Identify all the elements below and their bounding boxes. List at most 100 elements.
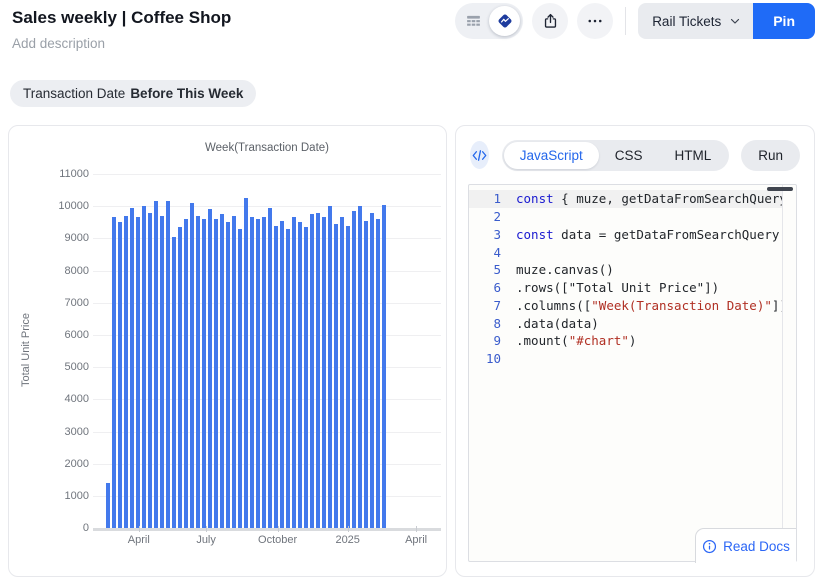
filter-chip-value: Before This Week: [130, 86, 243, 101]
x-tick-0: [139, 526, 140, 532]
code-text-1: const { muze, getDataFromSearchQuery: [516, 191, 783, 206]
tab-css[interactable]: CSS: [599, 142, 659, 169]
code-text-8: .data(data): [516, 316, 599, 331]
page-header: Sales weekly | Coffee Shop Add descripti…: [0, 0, 823, 70]
bar-week-1[interactable]: [106, 483, 110, 528]
view-toggle: [455, 3, 523, 39]
bar-week-44[interactable]: [364, 221, 368, 528]
x-tick-4: [416, 526, 417, 532]
code-editor[interactable]: 1const { muze, getDataFromSearchQuery23c…: [468, 184, 797, 562]
bar-week-10[interactable]: [160, 216, 164, 528]
bar-week-2[interactable]: [112, 217, 116, 528]
code-mode-button[interactable]: [470, 141, 489, 169]
bar-week-7[interactable]: [142, 206, 146, 528]
pin-button[interactable]: Pin: [753, 3, 815, 39]
bar-week-38[interactable]: [328, 206, 332, 528]
bar-week-30[interactable]: [280, 221, 284, 528]
table-icon: [465, 13, 482, 30]
add-description-field[interactable]: Add description: [12, 36, 105, 51]
line-number-10: 10: [469, 351, 501, 366]
bar-week-4[interactable]: [124, 216, 128, 528]
bar-week-46[interactable]: [376, 219, 380, 528]
bar-week-12[interactable]: [172, 237, 176, 528]
read-docs-link[interactable]: Read Docs: [695, 528, 796, 563]
muze-chart-icon: [496, 12, 514, 30]
bar-week-39[interactable]: [334, 224, 338, 528]
bar-week-36[interactable]: [316, 213, 320, 528]
x-tick-2: [278, 526, 279, 532]
x-tick-label-0: April: [128, 534, 150, 546]
line-number-7: 7: [469, 298, 501, 313]
bar-week-5[interactable]: [130, 208, 134, 528]
bar-week-35[interactable]: [310, 214, 314, 528]
filter-chip-transaction-date[interactable]: Transaction Date Before This Week: [10, 80, 256, 107]
bar-week-6[interactable]: [136, 217, 140, 528]
filter-chip-field: Transaction Date: [23, 86, 125, 101]
editor-scrollbar-thumb[interactable]: [767, 187, 793, 191]
code-text-9: .mount("#chart"): [516, 333, 636, 348]
y-tick-label-3000: 3000: [11, 426, 89, 438]
y-tick-label-6000: 6000: [11, 329, 89, 341]
y-tick-label-8000: 8000: [11, 265, 89, 277]
bar-week-8[interactable]: [148, 213, 152, 528]
bar-week-27[interactable]: [262, 217, 266, 528]
code-icon: [472, 149, 487, 162]
bar-week-37[interactable]: [322, 217, 326, 528]
bar-week-41[interactable]: [346, 226, 350, 529]
page-title: Sales weekly | Coffee Shop: [12, 8, 231, 28]
bar-week-19[interactable]: [214, 219, 218, 528]
bar-week-33[interactable]: [298, 222, 302, 528]
chart-panel: Week(Transaction Date) Total Unit Price …: [8, 125, 447, 577]
bar-week-40[interactable]: [340, 217, 344, 528]
code-panel-header: JavaScriptCSSHTML Run: [456, 139, 814, 171]
bar-week-25[interactable]: [250, 217, 254, 528]
bar-week-42[interactable]: [352, 211, 356, 528]
y-tick-label-9000: 9000: [11, 232, 89, 244]
bar-week-34[interactable]: [304, 227, 308, 528]
bar-week-17[interactable]: [202, 219, 206, 528]
tab-javascript[interactable]: JavaScript: [504, 142, 599, 169]
chart-view-button[interactable]: [489, 6, 520, 36]
y-tick-label-10000: 10000: [11, 200, 89, 212]
bar-week-18[interactable]: [208, 209, 212, 528]
line-number-4: 4: [469, 245, 501, 260]
x-tick-3: [348, 526, 349, 532]
y-tick-label-1000: 1000: [11, 490, 89, 502]
bar-week-28[interactable]: [268, 208, 272, 528]
bar-week-16[interactable]: [196, 216, 200, 528]
bar-week-11[interactable]: [166, 201, 170, 528]
bar-week-9[interactable]: [154, 201, 158, 528]
dataset-pin-control: Rail Tickets Pin: [638, 3, 815, 39]
y-tick-label-5000: 5000: [11, 361, 89, 373]
gridline-0: [93, 528, 441, 531]
bar-week-20[interactable]: [220, 214, 224, 528]
bar-week-43[interactable]: [358, 206, 362, 528]
bar-week-15[interactable]: [190, 203, 194, 528]
bar-week-23[interactable]: [238, 229, 242, 528]
bar-week-13[interactable]: [178, 227, 182, 528]
table-view-button[interactable]: [458, 6, 489, 36]
bar-week-21[interactable]: [226, 222, 230, 528]
tab-html[interactable]: HTML: [658, 142, 727, 169]
bar-week-14[interactable]: [184, 219, 188, 528]
bar-week-3[interactable]: [118, 222, 122, 528]
bar-week-26[interactable]: [256, 219, 260, 528]
x-tick-label-1: July: [196, 534, 216, 546]
bar-week-47[interactable]: [382, 205, 386, 528]
dataset-selector[interactable]: Rail Tickets: [638, 3, 753, 39]
bar-week-22[interactable]: [232, 216, 236, 528]
y-tick-label-11000: 11000: [11, 168, 89, 180]
more-options-button[interactable]: [577, 3, 613, 39]
line-number-5: 5: [469, 262, 501, 277]
code-language-tabs: JavaScriptCSSHTML: [502, 140, 730, 171]
header-toolbar: Rail Tickets Pin: [455, 2, 815, 40]
line-number-8: 8: [469, 316, 501, 331]
bar-week-24[interactable]: [244, 198, 248, 528]
bar-week-32[interactable]: [292, 217, 296, 528]
bar-week-29[interactable]: [274, 226, 278, 529]
share-button[interactable]: [532, 3, 568, 39]
bar-week-45[interactable]: [370, 213, 374, 528]
bar-week-31[interactable]: [286, 229, 290, 528]
run-button[interactable]: Run: [741, 140, 800, 171]
y-tick-label-0: 0: [11, 522, 89, 534]
